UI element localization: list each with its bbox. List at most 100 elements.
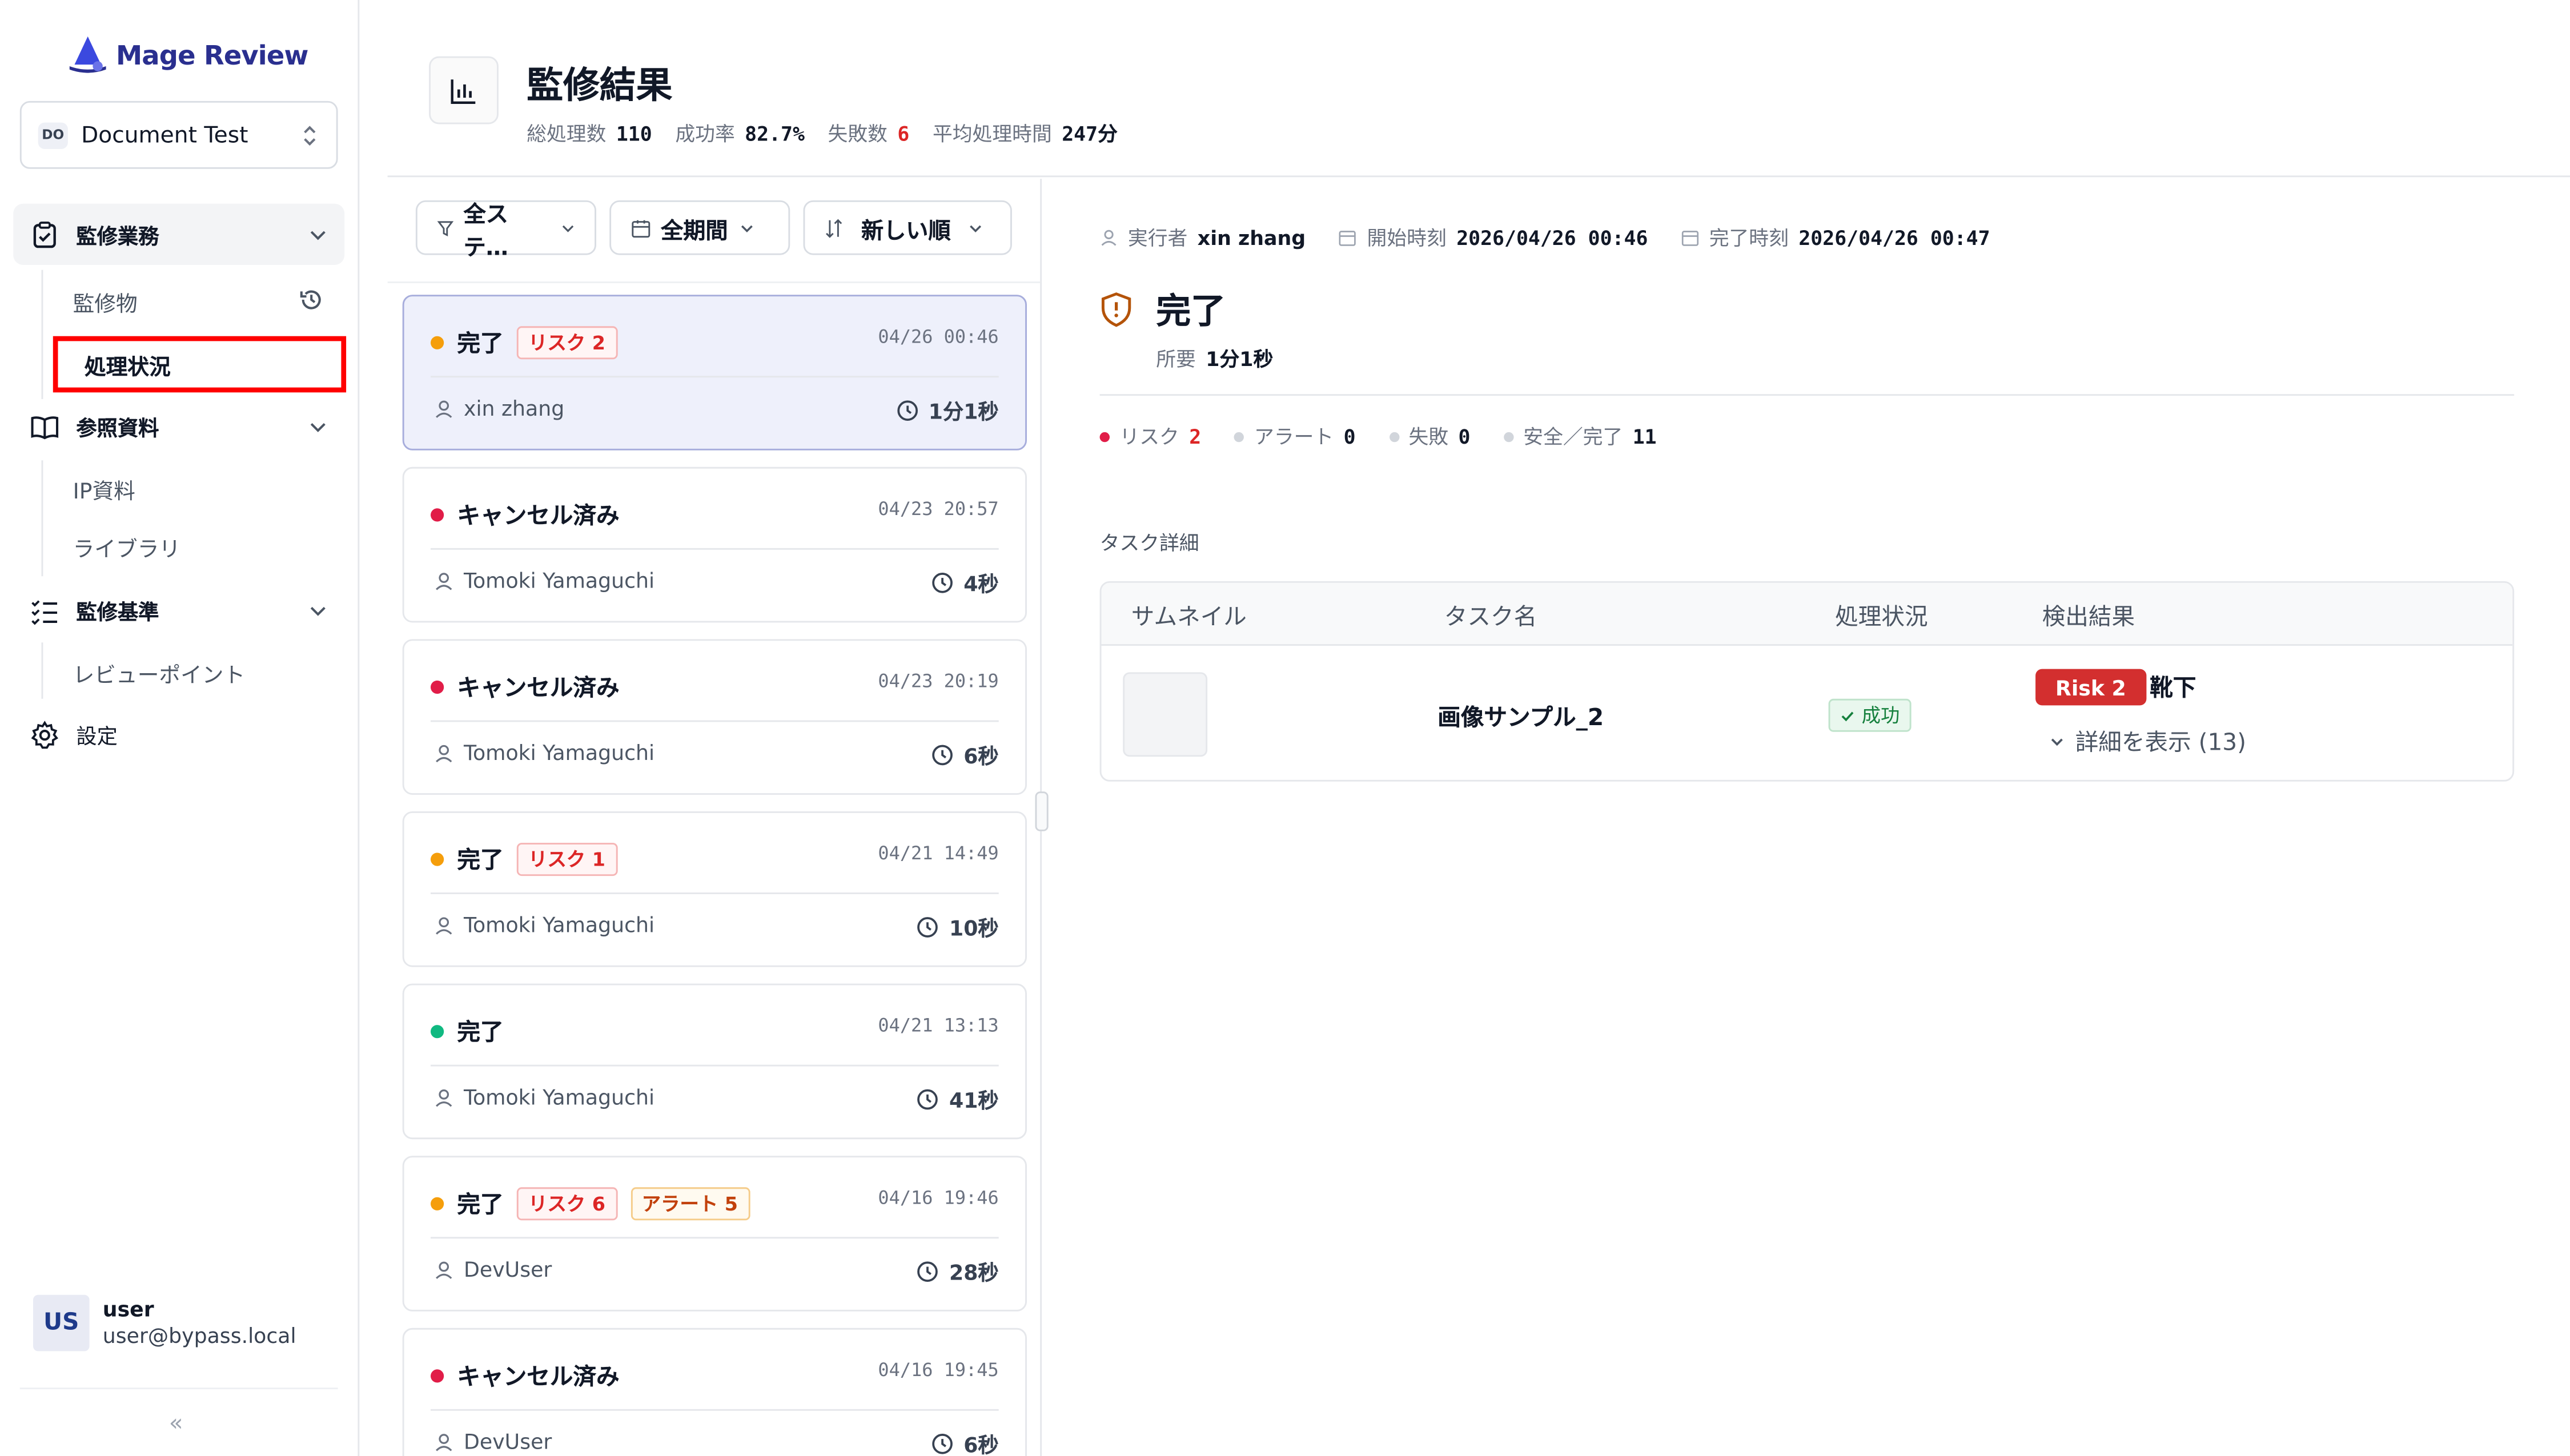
job-card[interactable]: 完了 04/21 13:13 Tomoki Yamaguchi 41秒 xyxy=(402,983,1027,1140)
job-status: キャンセル済み xyxy=(457,1364,620,1391)
job-status-row: キャンセル済み xyxy=(431,671,620,704)
nav-group-label: 参照資料 xyxy=(76,415,159,441)
status-filter[interactable]: 全ステ… xyxy=(415,200,596,261)
job-status-row: 完了 リスク 1 xyxy=(431,843,617,876)
job-user: DevUser xyxy=(434,1257,552,1282)
job-card[interactable]: キャンセル済み 04/23 20:19 Tomoki Yamaguchi 6秒 xyxy=(402,639,1027,795)
calendar-icon xyxy=(1681,231,1698,246)
status-filter-label: 全ステ… xyxy=(463,201,508,261)
status-dot xyxy=(431,508,444,522)
nav-item-review-points[interactable]: レビューポイント xyxy=(73,657,246,689)
job-status: 完了 xyxy=(457,331,504,358)
sort-selector[interactable]: 新しい順 xyxy=(803,200,1012,255)
card-divider xyxy=(431,1409,999,1411)
table-header: サムネイル タスク名 処理状況 検出結果 xyxy=(1101,582,2513,646)
job-duration: 6秒 xyxy=(930,738,999,770)
collapse-sidebar-button[interactable]: « xyxy=(169,1411,183,1437)
chevron-down-icon xyxy=(970,224,982,232)
job-card[interactable]: 完了 リスク 1 04/21 14:49 Tomoki Yamaguchi 10… xyxy=(402,811,1027,967)
nav-item-supervised[interactable]: 監修物 xyxy=(73,287,138,318)
calendar-icon xyxy=(1339,231,1356,246)
job-user: Tomoki Yamaguchi xyxy=(434,740,654,765)
shield-alert-icon xyxy=(1101,292,1131,327)
nav-settings[interactable]: 設定 xyxy=(13,704,344,765)
clock-icon xyxy=(917,1260,938,1281)
stat-failures: 失敗数 6 xyxy=(828,122,910,146)
user-icon xyxy=(436,1433,452,1451)
job-status-row: キャンセル済み xyxy=(431,498,620,532)
job-duration: 28秒 xyxy=(916,1255,999,1286)
gear-icon xyxy=(31,719,59,748)
detail-divider xyxy=(1099,394,2515,396)
calendar-icon xyxy=(632,219,650,237)
app-name: Mage Review xyxy=(116,39,308,71)
card-divider xyxy=(431,1064,999,1067)
app-root: Mage Review DO Document Test 監修業務 監修物 処理… xyxy=(0,0,2570,1456)
workspace-selector[interactable]: DO Document Test xyxy=(19,100,338,169)
nav-item-ip-materials[interactable]: IP資料 xyxy=(73,473,135,505)
nav-tree-line xyxy=(41,642,43,699)
job-duration: 4秒 xyxy=(930,566,999,598)
history-icon[interactable] xyxy=(298,287,324,313)
job-detail-panel: 実行者 xin zhang 開始時刻 2026/04/26 00:46 完了時刻 20… xyxy=(1043,179,2570,1456)
job-status-row: 完了 xyxy=(431,1015,504,1048)
job-card[interactable]: 完了 リスク 2 04/26 00:46 xin zhang 1分1秒 xyxy=(402,295,1027,451)
user-icon xyxy=(436,1261,452,1278)
table-row[interactable]: 画像サンプル_2 成功 Risk 2 靴下 詳細を表示 (13) xyxy=(1102,646,2513,780)
user-name: user xyxy=(102,1296,154,1322)
job-card[interactable]: 完了 リスク 6 アラート 5 04/16 19:46 DevUser 28秒 xyxy=(402,1156,1027,1312)
list-check-icon xyxy=(31,599,58,625)
job-date: 04/23 20:19 xyxy=(878,670,999,693)
card-divider xyxy=(431,376,999,378)
count-safe: 安全／完了 11 xyxy=(1503,423,1657,451)
period-filter-label: 全期間 xyxy=(661,218,728,244)
status-dot xyxy=(431,336,444,349)
sidebar-divider xyxy=(19,1387,338,1390)
user-profile[interactable]: US user user@bypass.local xyxy=(33,1294,296,1352)
nav-group-supervision[interactable]: 監修業務 xyxy=(13,203,345,265)
nav-group-label: 監修業務 xyxy=(76,223,159,249)
user-icon xyxy=(436,916,452,934)
count-failure: 失敗 0 xyxy=(1388,423,1470,451)
chevron-down-icon xyxy=(740,224,752,232)
app-logo[interactable]: Mage Review xyxy=(66,30,308,79)
job-card[interactable]: キャンセル済み 04/16 19:45 DevUser 6秒 xyxy=(402,1328,1027,1456)
end-time-info: 完了時刻 2026/04/26 00:47 xyxy=(1681,224,1990,252)
alert-tag: アラート 5 xyxy=(630,1187,750,1221)
filter-bar: 全ステ… 全期間 新しい順 xyxy=(415,200,1012,261)
filter-icon xyxy=(437,220,454,236)
executor-info: 実行者 xin zhang xyxy=(1100,224,1306,252)
stat-avg-time: 平均処理時間 247分 xyxy=(932,122,1118,146)
wizard-hat-icon xyxy=(69,36,106,73)
job-status: 完了 xyxy=(457,847,504,875)
nav-group-references[interactable]: 参照資料 xyxy=(13,396,344,457)
job-date: 04/26 00:46 xyxy=(878,326,999,348)
task-thumbnail[interactable] xyxy=(1123,672,1208,757)
nav-item-library[interactable]: ライブラリ xyxy=(73,532,181,564)
job-card[interactable]: キャンセル済み 04/23 20:57 Tomoki Yamaguchi 4秒 xyxy=(402,466,1027,623)
card-divider xyxy=(431,720,999,722)
period-filter[interactable]: 全期間 xyxy=(609,200,790,255)
job-status: 完了 xyxy=(457,1020,504,1047)
nav-tree-line xyxy=(41,460,43,577)
job-user: xin zhang xyxy=(434,396,564,421)
user-email: user@bypass.local xyxy=(102,1323,296,1348)
job-status-row: 完了 リスク 6 アラート 5 xyxy=(431,1187,750,1221)
avatar: US xyxy=(33,1294,90,1352)
user-icon xyxy=(436,744,452,762)
job-date: 04/16 19:45 xyxy=(878,1359,999,1381)
col-thumbnail: サムネイル xyxy=(1131,604,1247,631)
nav-group-standards[interactable]: 監修基準 xyxy=(13,580,344,641)
chevron-up-down-icon xyxy=(304,124,316,145)
job-user: DevUser xyxy=(434,1429,552,1454)
show-details-toggle[interactable]: 詳細を表示 (13) xyxy=(2049,725,2246,758)
chevron-down-icon xyxy=(2051,738,2063,746)
risk-label: 靴下 xyxy=(2150,675,2196,702)
nav-item-processing-status[interactable]: 処理状況 xyxy=(85,349,171,381)
col-task-name: タスク名 xyxy=(1444,604,1537,631)
list-divider xyxy=(387,281,1041,283)
job-status-row: キャンセル済み xyxy=(431,1360,620,1393)
job-user: Tomoki Yamaguchi xyxy=(434,568,654,593)
clock-icon xyxy=(917,1088,938,1109)
card-divider xyxy=(431,548,999,550)
